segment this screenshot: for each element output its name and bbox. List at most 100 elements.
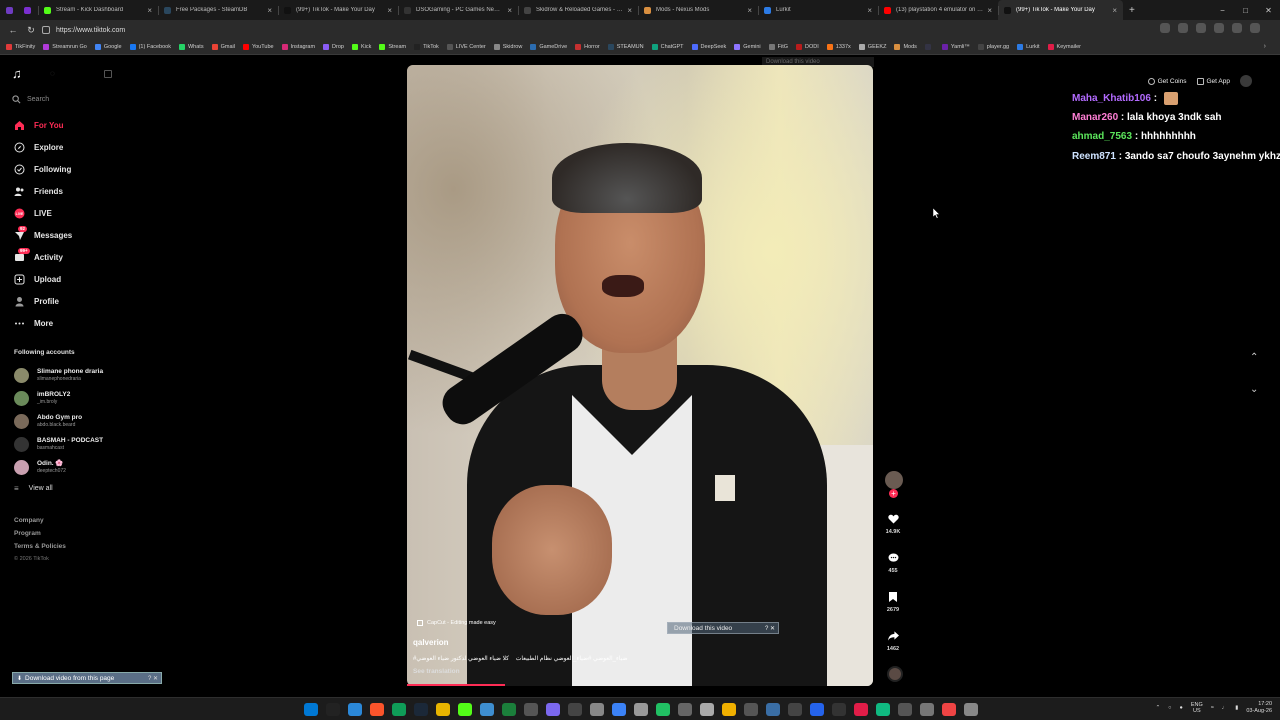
taskbar-app-icon[interactable]: [942, 703, 956, 716]
profile-icon[interactable]: [1214, 23, 1224, 33]
bookmark-item[interactable]: Skidrow: [493, 44, 522, 50]
bookmark-item[interactable]: DODI: [796, 44, 819, 50]
nav-item-messages[interactable]: 92 Messages: [14, 225, 164, 243]
share-button[interactable]: 1462: [880, 631, 906, 652]
browser-tab[interactable]: (13) playstation 4 emulator on pc... ×: [878, 0, 998, 20]
bookmark-item[interactable]: Yamli™: [941, 44, 970, 50]
help-icon[interactable]: ? ✕: [148, 675, 161, 682]
chevron-down-icon[interactable]: ⌄: [1250, 384, 1258, 395]
new-tab-button[interactable]: +: [1129, 5, 1135, 16]
bookmark-item[interactable]: Whats: [178, 44, 204, 50]
bookmark-item[interactable]: Lurkit: [1017, 44, 1040, 50]
bookmark-item[interactable]: Drop: [323, 44, 344, 50]
extension-icon[interactable]: [1196, 23, 1206, 33]
get-app-button[interactable]: Get App: [1196, 77, 1230, 85]
save-button[interactable]: 2679: [880, 592, 906, 613]
taskbar-search-icon[interactable]: [326, 703, 340, 716]
extensions-puzzle-icon[interactable]: [1232, 23, 1242, 33]
view-all-link[interactable]: ≡ View all: [14, 484, 53, 493]
browser-tab[interactable]: (99+) TikTok - Make Your Day ×: [278, 0, 398, 20]
tab-close-icon[interactable]: ×: [987, 6, 992, 15]
download-video-overlay[interactable]: Download this video ? ✕: [667, 622, 779, 634]
taskbar-app-icon[interactable]: [656, 703, 670, 716]
taskbar-app-icon[interactable]: [392, 703, 406, 716]
bookmark-item[interactable]: ChatGPT: [651, 44, 684, 50]
browser-tab[interactable]: Lurkit ×: [758, 0, 878, 20]
window-maximize-button[interactable]: □: [1234, 6, 1257, 15]
following-account[interactable]: BASMAH - PODCAST basmahcast: [14, 433, 174, 455]
tab-close-icon[interactable]: ×: [867, 6, 872, 15]
nav-item-more[interactable]: More: [14, 315, 164, 331]
video-author[interactable]: qalverion: [413, 638, 449, 647]
taskbar-app-icon[interactable]: [480, 703, 494, 716]
install-app-icon[interactable]: [1160, 23, 1170, 33]
bookmark-item[interactable]: Stream: [379, 44, 406, 50]
bookmark-item[interactable]: Keymailer: [1047, 44, 1081, 50]
user-avatar[interactable]: [1240, 75, 1252, 87]
taskbar-app-icon[interactable]: [876, 703, 890, 716]
browser-tab[interactable]: Mods - Nexus Mods ×: [638, 0, 758, 20]
following-account[interactable]: Abdo Gym pro abdo.black.beard: [14, 410, 174, 432]
tab-close-icon[interactable]: ×: [387, 6, 392, 15]
collapse-sidebar-icon[interactable]: [104, 70, 112, 78]
tab-close-icon[interactable]: ×: [507, 6, 512, 15]
browser-tab[interactable]: DSOGaming - PC Games News, S...×: [398, 0, 518, 20]
footer-company[interactable]: Company: [14, 517, 44, 524]
taskbar-app-icon[interactable]: [920, 703, 934, 716]
browser-tab[interactable]: (99+) TikTok - Make Your Day ×: [998, 0, 1123, 20]
taskbar-app-icon[interactable]: [700, 703, 714, 716]
wifi-icon[interactable]: ≈: [1211, 705, 1214, 711]
creator-avatar[interactable]: [885, 471, 903, 489]
reload-icon[interactable]: ↻: [26, 25, 36, 36]
taskbar-app-icon[interactable]: [810, 703, 824, 716]
browser-tab[interactable]: Stream - Kick Dashboard ×: [38, 0, 158, 20]
taskbar-app-icon[interactable]: [612, 703, 626, 716]
footer-terms[interactable]: Terms & Policies: [14, 543, 66, 550]
capcut-link[interactable]: CapCut - Editing made easy: [417, 620, 853, 626]
taskbar-app-icon[interactable]: [788, 703, 802, 716]
bookmark-item[interactable]: Google: [94, 44, 122, 50]
browser-tab[interactable]: [0, 0, 18, 20]
search-input[interactable]: Search: [12, 92, 162, 106]
browser-tab[interactable]: [18, 0, 38, 20]
taskbar-app-icon[interactable]: [546, 703, 560, 716]
taskbar-app-icon[interactable]: [370, 703, 384, 716]
help-close-icons[interactable]: ? ✕: [765, 625, 778, 632]
nav-item-upload[interactable]: Upload: [14, 271, 164, 287]
following-account[interactable]: imBROLY2 _im.broly: [14, 387, 174, 409]
taskbar-app-icon[interactable]: [766, 703, 780, 716]
see-translation-link[interactable]: See translation: [413, 668, 460, 675]
tab-close-icon[interactable]: ×: [747, 6, 752, 15]
language-indicator[interactable]: ENG US: [1191, 702, 1203, 714]
video-progress-bar[interactable]: [407, 684, 505, 686]
taskbar-app-icon[interactable]: [634, 703, 648, 716]
browser-tab[interactable]: Free Packages - SteamDB ×: [158, 0, 278, 20]
bookmark-item[interactable]: Streamrun Go: [43, 44, 87, 50]
footer-program[interactable]: Program: [14, 530, 41, 537]
bookmark-item[interactable]: GameDrive: [530, 44, 567, 50]
start-menu-icon[interactable]: [304, 703, 318, 716]
taskbar-app-icon[interactable]: [590, 703, 604, 716]
battery-icon[interactable]: ▮: [1235, 705, 1238, 711]
bookmark-item[interactable]: Instagram: [281, 44, 315, 50]
clock[interactable]: 17:20 03-Aug-26: [1246, 701, 1272, 715]
mic-icon[interactable]: ●: [1180, 705, 1183, 711]
get-coins-button[interactable]: Get Coins: [1147, 77, 1187, 85]
taskbar-app-icon[interactable]: [348, 703, 362, 716]
volume-icon[interactable]: ♩: [1222, 705, 1228, 711]
bookmark-item[interactable]: Gemini: [734, 44, 761, 50]
tiktok-logo-icon[interactable]: ♫: [12, 67, 26, 81]
tab-close-icon[interactable]: ×: [267, 6, 272, 15]
comment-button[interactable]: 455: [880, 553, 906, 574]
taskbar-app-icon[interactable]: [458, 703, 472, 716]
window-close-button[interactable]: ✕: [1257, 6, 1280, 15]
network-icon[interactable]: ○: [1168, 705, 1171, 711]
back-icon[interactable]: ←: [8, 25, 18, 35]
bookmark-item[interactable]: [924, 44, 934, 50]
nav-item-profile[interactable]: Profile: [14, 293, 164, 309]
tab-close-icon[interactable]: ×: [627, 6, 632, 15]
bookmark-item[interactable]: Horror: [575, 44, 600, 50]
taskbar-app-icon[interactable]: [524, 703, 538, 716]
tab-close-icon[interactable]: ×: [1112, 6, 1117, 15]
address-bar[interactable]: https://www.tiktok.com: [42, 22, 1152, 38]
